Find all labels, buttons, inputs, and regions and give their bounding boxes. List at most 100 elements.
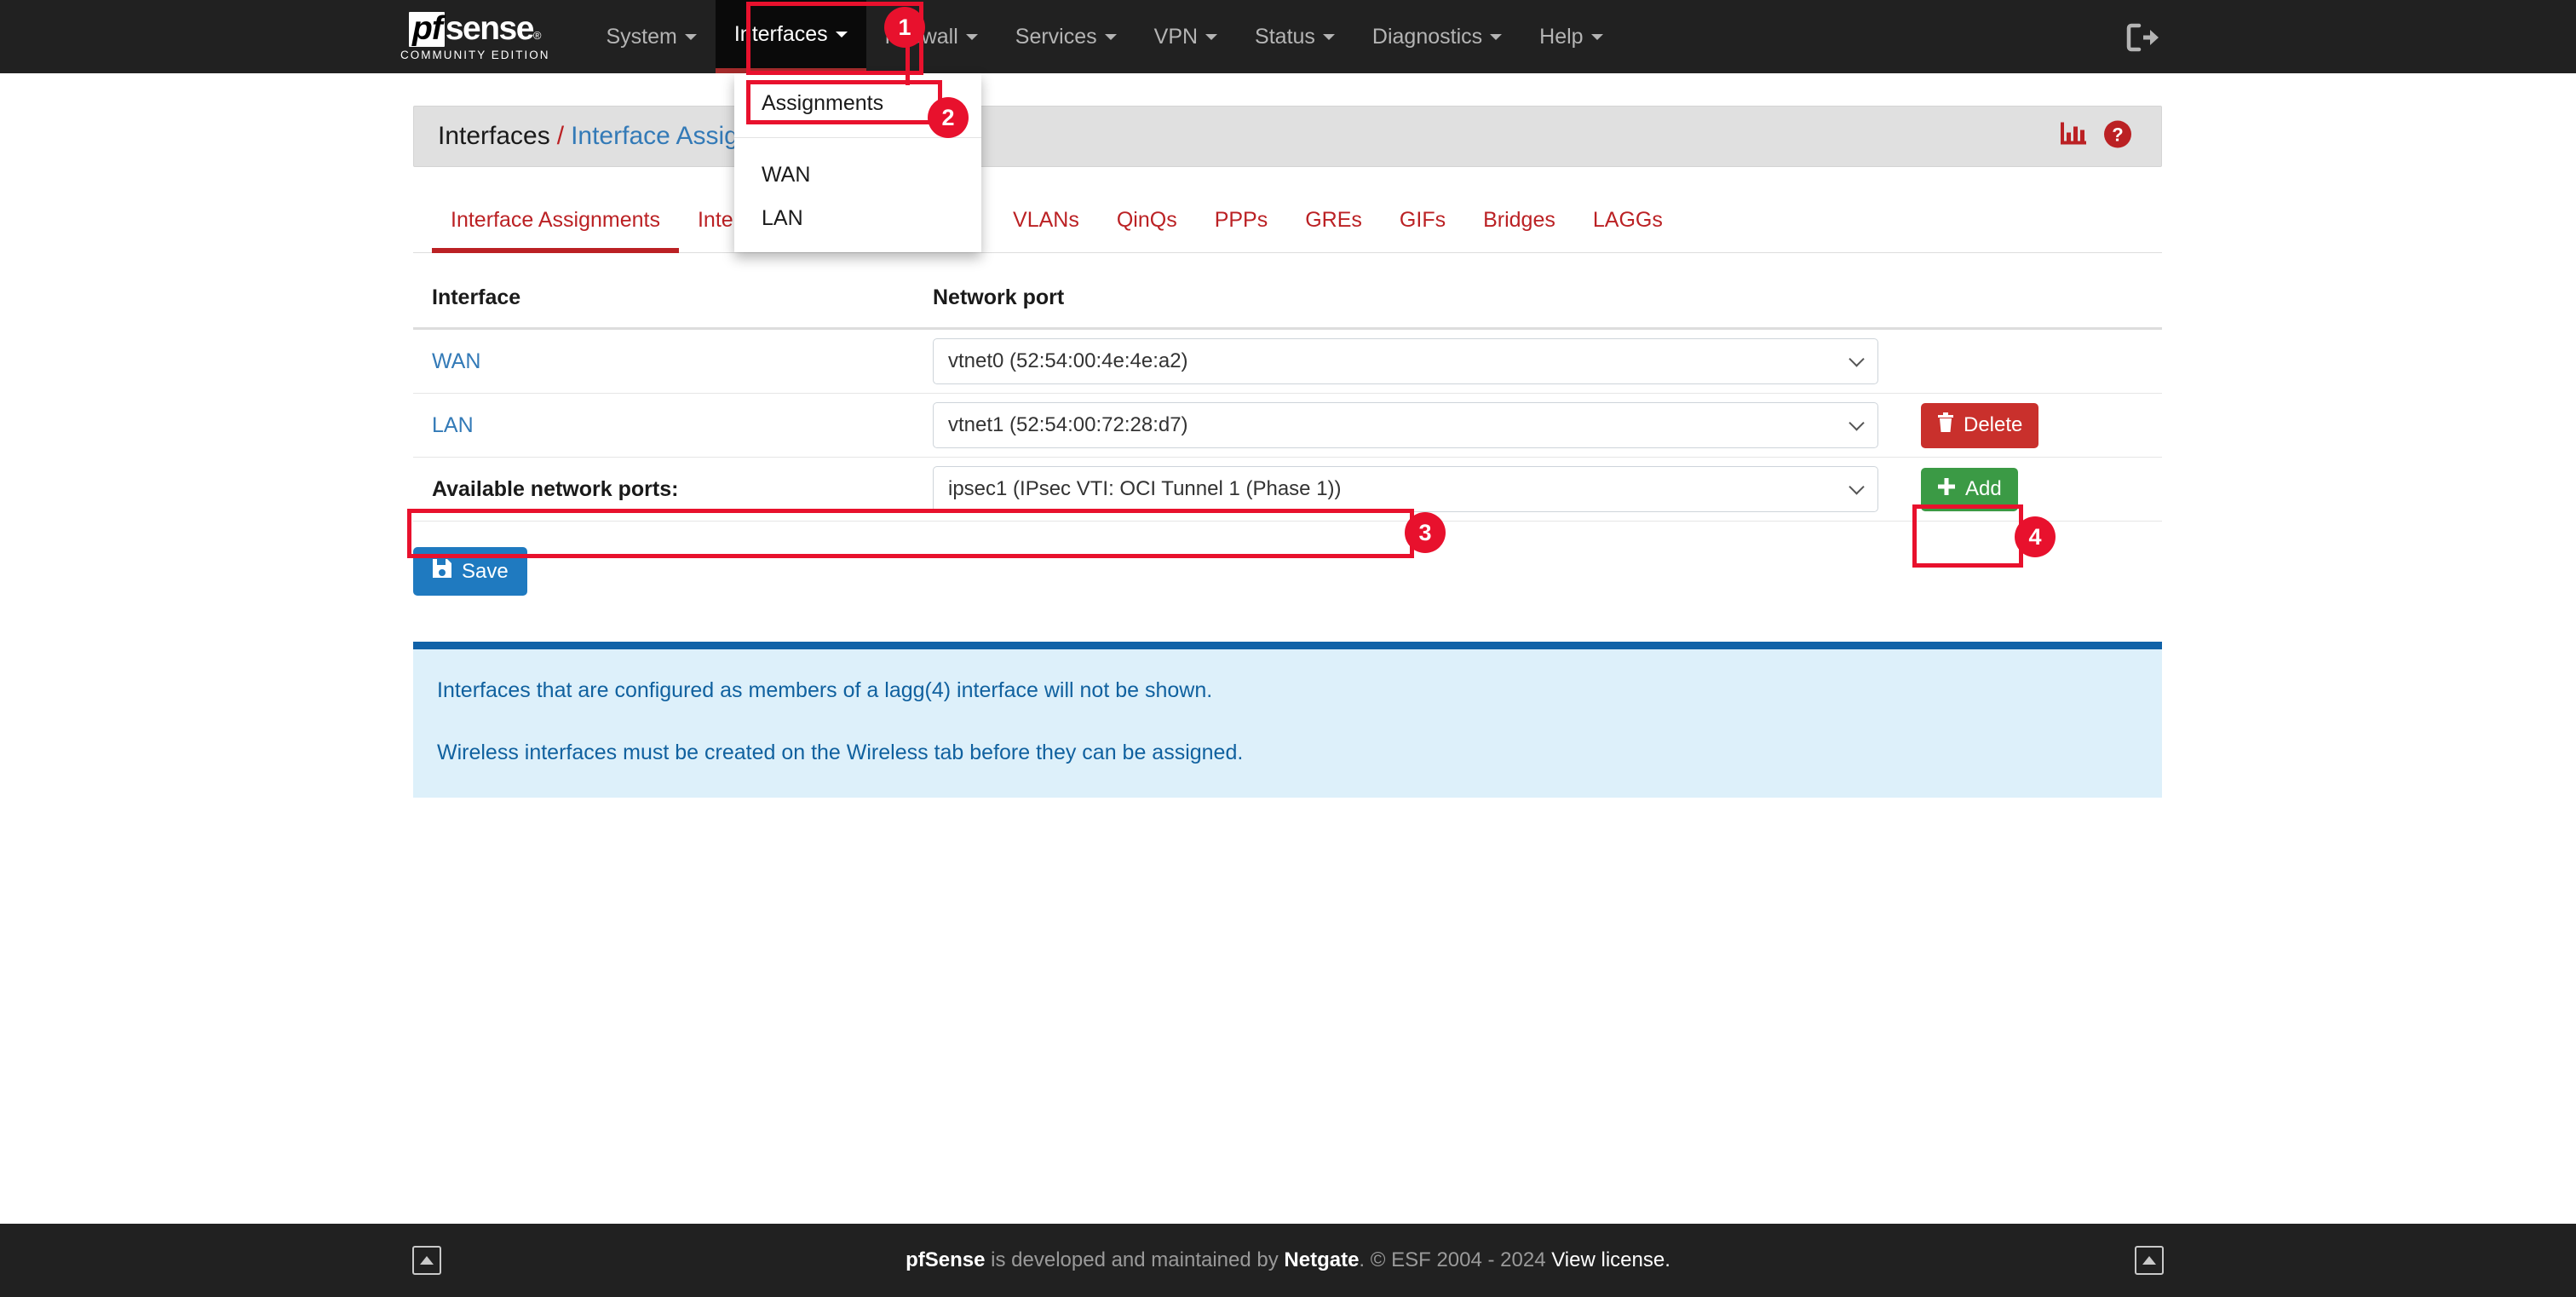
plus-icon [1937, 477, 1956, 502]
footer-company[interactable]: Netgate [1284, 1248, 1359, 1271]
interface-link-wan[interactable]: WAN [432, 349, 480, 373]
tab-gres[interactable]: GREs [1286, 201, 1381, 253]
info-panel: Interfaces that are configured as member… [413, 642, 2162, 798]
available-ports-select-cell: ipsec1 (IPsec VTI: OCI Tunnel 1 (Phase 1… [933, 466, 1921, 512]
save-disk-icon [432, 558, 452, 585]
tab-interface-assignments-label: Interface Assignments [451, 208, 660, 232]
trash-icon-svg [1938, 412, 1953, 432]
save-button-container: Save [413, 547, 2162, 596]
column-header-network-port: Network port [933, 285, 1065, 309]
tab-laggs[interactable]: LAGGs [1574, 201, 1682, 253]
nav-item-system-label: System [606, 24, 677, 49]
svg-text:?: ? [2112, 124, 2123, 146]
add-button[interactable]: Add [1921, 467, 2018, 511]
available-network-ports-select[interactable]: ipsec1 (IPsec VTI: OCI Tunnel 1 (Phase 1… [933, 466, 1878, 512]
help-icon-svg: ? [2104, 120, 2131, 148]
nav-item-services[interactable]: Services [997, 0, 1136, 73]
tab-gres-label: GREs [1305, 208, 1362, 232]
tab-gifs-label: GIFs [1399, 208, 1446, 232]
logout-icon-svg [2126, 23, 2159, 52]
table-header-row: Interface Network port [413, 285, 2162, 330]
nav-item-status[interactable]: Status [1236, 0, 1354, 73]
caret-up-icon [2142, 1256, 2156, 1265]
chevron-down-icon [684, 33, 697, 40]
dropdown-item-wan[interactable]: WAN [734, 153, 981, 197]
row-port-cell: vtnet0 (52:54:00:4e:4e:a2) [933, 338, 1921, 384]
tab-qinqs-label: QinQs [1116, 208, 1177, 232]
tab-qinqs[interactable]: QinQs [1098, 201, 1196, 253]
dropdown-item-assignments[interactable]: Assignments [734, 82, 981, 125]
save-button-label: Save [462, 559, 509, 583]
network-port-select-wan-value: vtnet0 (52:54:00:4e:4e:a2) [948, 349, 1188, 372]
delete-button[interactable]: Delete [1921, 402, 2039, 448]
nav-item-diagnostics-label: Diagnostics [1371, 24, 1483, 49]
nav-item-diagnostics[interactable]: Diagnostics [1354, 0, 1521, 73]
interface-link-lan[interactable]: LAN [432, 413, 474, 437]
table-row: LAN vtnet1 (52:54:00:72:28:d7) Delete [413, 394, 2162, 458]
save-button[interactable]: Save [413, 547, 527, 596]
tab-bridges-label: Bridges [1483, 208, 1555, 232]
nav-item-help-label: Help [1539, 24, 1584, 49]
chevron-down-icon [1590, 33, 1603, 40]
page-header-bar: Interfaces / Interface Assignments ? [413, 106, 2162, 167]
tab-interface-assignments[interactable]: Interface Assignments [432, 201, 679, 253]
nav-item-services-label: Services [1015, 24, 1097, 49]
nav-item-interfaces-label: Interfaces [733, 21, 828, 46]
breadcrumb-root: Interfaces [438, 122, 550, 150]
plus-icon-svg [1938, 477, 1955, 495]
tab-bridges[interactable]: Bridges [1464, 201, 1574, 253]
footer-text-2: . © ESF 2004 - 2024 [1359, 1248, 1552, 1271]
chevron-down-icon [1490, 33, 1503, 40]
top-navbar: pf sense ® COMMUNITY EDITION System Interf… [0, 0, 2576, 73]
tab-vlans[interactable]: VLANs [994, 201, 1098, 253]
network-port-select-lan-value: vtnet1 (52:54:00:72:28:d7) [948, 413, 1188, 436]
chevron-down-icon [965, 33, 978, 40]
trash-icon [1937, 412, 1954, 439]
pfsense-webgui-page: pf sense ® COMMUNITY EDITION System Interf… [0, 0, 2576, 1297]
chart-icon-svg [2061, 122, 2086, 145]
main-content: Interfaces / Interface Assignments ? Int… [413, 106, 2162, 798]
navbar-menu-items: System Interfaces Firewall Services VPN … [588, 0, 1622, 73]
footer-credit-text: pfSense is developed and maintained by N… [906, 1248, 1670, 1272]
chevron-down-icon [1322, 33, 1335, 40]
network-port-select-lan[interactable]: vtnet1 (52:54:00:72:28:d7) [933, 402, 1878, 448]
logout-icon[interactable] [2126, 20, 2164, 55]
tab-gifs[interactable]: GIFs [1381, 201, 1464, 253]
footer-view-license-link[interactable]: View license. [1551, 1248, 1670, 1271]
nav-item-firewall[interactable]: Firewall [866, 0, 997, 73]
network-port-select-wan[interactable]: vtnet0 (52:54:00:4e:4e:a2) [933, 338, 1878, 384]
interface-assignments-table: Interface Network port WAN vtnet0 (52:54… [413, 285, 2162, 522]
available-ports-label-cell: Available network ports: [413, 477, 933, 502]
page-header-icons: ? [2059, 120, 2132, 153]
chart-icon[interactable] [2059, 121, 2088, 153]
nav-item-vpn-label: VPN [1153, 24, 1199, 49]
tab-laggs-label: LAGGs [1592, 208, 1663, 232]
footer-scroll-top-right-button[interactable] [2135, 1246, 2164, 1275]
column-header-interface: Interface [432, 285, 521, 309]
add-button-label: Add [1965, 477, 2002, 500]
nav-item-status-label: Status [1255, 24, 1315, 49]
nav-item-interfaces[interactable]: Interfaces [715, 0, 866, 73]
row-port-cell: vtnet1 (52:54:00:72:28:d7) [933, 402, 1921, 448]
available-network-ports-select-value: ipsec1 (IPsec VTI: OCI Tunnel 1 (Phase 1… [948, 477, 1342, 500]
available-ports-action-cell: Add [1921, 467, 2162, 511]
page-footer: pfSense is developed and maintained by N… [0, 1224, 2576, 1297]
logo-pf-text: pf [409, 12, 445, 47]
help-icon[interactable]: ? [2103, 120, 2132, 153]
footer-brand: pfSense [906, 1248, 986, 1271]
nav-item-vpn[interactable]: VPN [1136, 0, 1236, 73]
footer-scroll-top-left-button[interactable] [412, 1246, 441, 1275]
delete-button-label: Delete [1964, 413, 2023, 436]
chevron-down-icon [1104, 33, 1117, 40]
available-network-ports-label: Available network ports: [432, 476, 679, 501]
nav-item-system[interactable]: System [588, 0, 716, 73]
tab-vlans-label: VLANs [1013, 208, 1079, 232]
tab-bar: Interface Assignments Interface Groups W… [413, 201, 2162, 253]
tab-ppps[interactable]: PPPs [1196, 201, 1287, 253]
interfaces-dropdown-menu: Assignments WAN LAN [734, 73, 981, 252]
dropdown-item-lan[interactable]: LAN [734, 197, 981, 240]
chevron-down-icon [1205, 33, 1218, 40]
nav-item-help[interactable]: Help [1521, 0, 1621, 73]
info-line-wireless: Wireless interfaces must be created on t… [437, 741, 1244, 764]
pfsense-logo[interactable]: pf sense ® COMMUNITY EDITION [400, 0, 550, 73]
